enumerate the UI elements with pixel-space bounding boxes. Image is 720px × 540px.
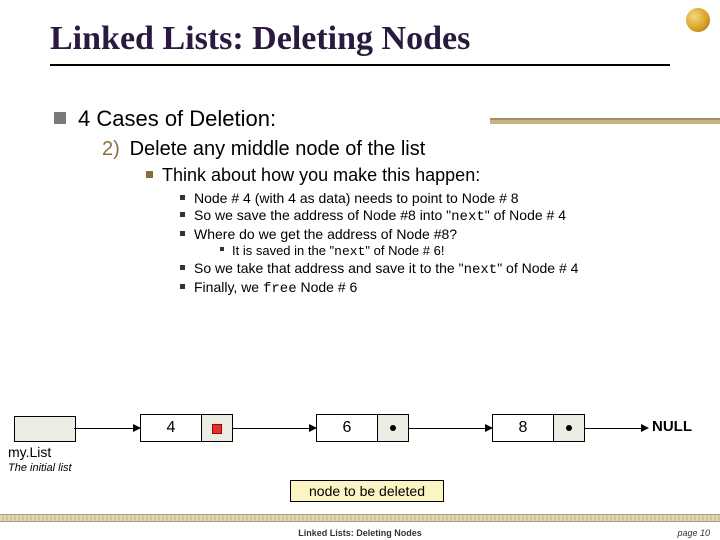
pointer-dot-icon [390,425,396,431]
square-bullet-icon [146,171,153,178]
point3sa: It is saved in the " [232,243,334,258]
bullet-level5: It is saved in the "next" of Node # 6! [220,243,670,259]
arrow-head-icon [641,424,649,432]
bullet-level4: Finally, we free Node # 6 [180,279,670,297]
point5a: Finally, we [194,279,263,295]
pointer-dot-icon [566,425,572,431]
node-pointer [378,415,408,441]
code-free: free [263,281,297,297]
ucf-logo-icon [686,8,710,32]
node-6: 6 [316,414,409,442]
square-bullet-icon [180,195,185,200]
square-bullet-icon [54,112,66,124]
square-bullet-icon [180,284,185,289]
arrow-line [74,428,136,429]
code-next: next [464,262,498,278]
cases-heading: 4 Cases of Deletion: [78,106,276,131]
code-next: next [334,244,365,259]
arrow-line [232,428,312,429]
arrow-line [584,428,644,429]
mylist-head-box [14,416,76,442]
node-pointer [554,415,584,441]
point3sb: " of Node # 6! [365,243,444,258]
point4b: " of Node # 4 [497,260,578,276]
delete-target-label: node to be deleted [290,480,444,502]
node-value: 6 [317,415,378,441]
slide: Linked Lists: Deleting Nodes 4 Cases of … [0,0,720,540]
point2b: " of Node # 4 [485,207,566,223]
point2a: So we save the address of Node #8 into " [194,207,451,223]
bullet-level4: So we take that address and save it to t… [180,260,670,278]
arrow-line [408,428,488,429]
node-8: 8 [492,414,585,442]
square-bullet-icon [180,212,185,217]
null-label: NULL [652,418,692,435]
point5b: Node # 6 [297,279,358,295]
code-next: next [451,209,485,225]
slide-title: Linked Lists: Deleting Nodes [50,20,670,66]
case-number: 2) [102,138,124,161]
node-value: 8 [493,415,554,441]
bullet-level2: 2) Delete any middle node of the list [102,138,670,161]
footer-bar [0,514,720,522]
square-bullet-icon [180,265,185,270]
page-number: page 10 [677,528,710,538]
mylist-label: my.List [8,444,51,460]
red-marker-icon [212,424,222,434]
think-text: Think about how you make this happen: [162,165,480,185]
bullet-level4: So we save the address of Node #8 into "… [180,207,670,225]
point3: Where do we get the address of Node #8? [194,226,457,242]
footer-title: Linked Lists: Deleting Nodes [0,528,720,538]
square-bullet-icon [220,247,224,251]
case-text: Delete any middle node of the list [130,138,426,160]
bullet-level4: Where do we get the address of Node #8? [180,226,670,242]
square-bullet-icon [180,231,185,236]
linked-list-diagram: my.List The initial list 4 6 8 NULL [0,408,720,468]
bullet-level1: 4 Cases of Deletion: [50,106,670,132]
content: 4 Cases of Deletion: 2) Delete any middl… [50,76,670,297]
point1: Node # 4 (with 4 as data) needs to point… [194,190,519,206]
node-value: 4 [141,415,202,441]
initial-list-label: The initial list [8,462,72,474]
bullet-level3: Think about how you make this happen: [146,165,670,186]
point4a: So we take that address and save it to t… [194,260,464,276]
bullet-level4: Node # 4 (with 4 as data) needs to point… [180,190,670,206]
